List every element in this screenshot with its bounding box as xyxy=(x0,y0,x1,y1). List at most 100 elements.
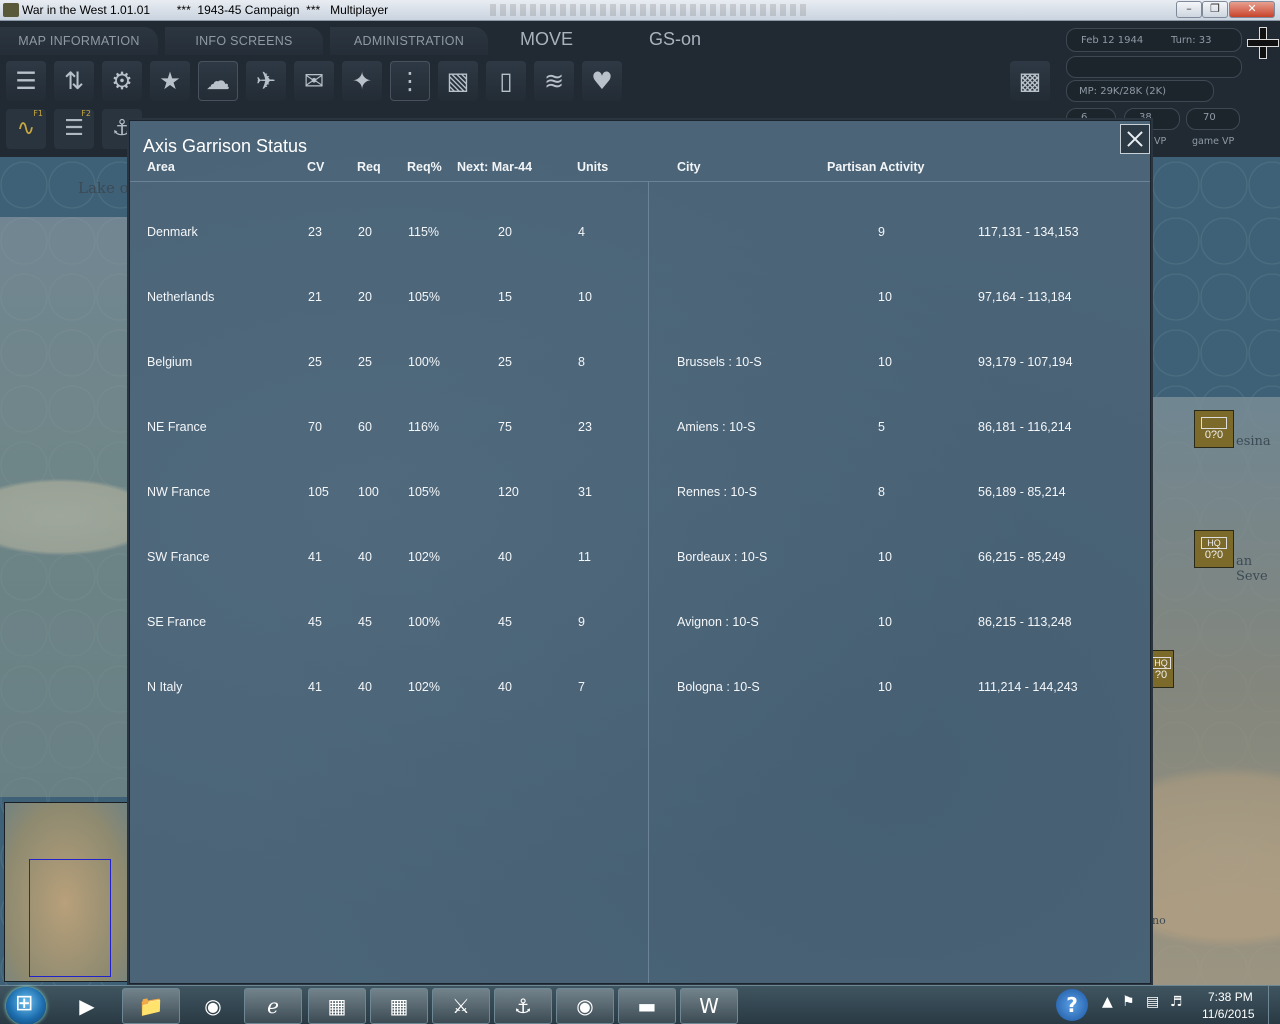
table-row[interactable]: Belgium 25 25 100% 25 8 Brussels : 10-S 10 93,17… xyxy=(130,355,1150,375)
card-icon[interactable]: ▯ xyxy=(486,61,526,101)
flag-icon[interactable]: ⚑ xyxy=(1122,994,1135,1010)
clock-time[interactable]: 7:38 PM xyxy=(1208,990,1253,1004)
map-label-no: no xyxy=(1152,914,1166,927)
cell-city: Amiens : 10-S xyxy=(677,420,756,434)
vp-value-3: 70 xyxy=(1203,112,1216,123)
graph-icon[interactable]: ≋ xyxy=(534,61,574,101)
table-row[interactable]: SE France 45 45 100% 45 9 Avignon : 10-S 10 86,2… xyxy=(130,615,1150,635)
col-header-req-pct: Req% xyxy=(407,160,442,174)
star-icon[interactable]: ★ xyxy=(150,61,190,101)
table-row[interactable]: NW France 105 100 105% 120 31 Rennes : 10-S 8 56… xyxy=(130,485,1150,505)
gear-icon[interactable]: ⚙ xyxy=(102,61,142,101)
store-icon[interactable]: ▦ xyxy=(308,988,366,1024)
cell-req: 20 xyxy=(358,225,372,239)
minimap[interactable] xyxy=(4,802,128,982)
tab-info-screens[interactable]: INFO SCREENS xyxy=(165,27,323,55)
rail-icon[interactable]: ▧ xyxy=(438,61,478,101)
cell-cv: 45 xyxy=(308,615,322,629)
cell-next: 45 xyxy=(498,615,512,629)
bomber-icon[interactable]: ✦ xyxy=(342,61,382,101)
land-east xyxy=(1152,397,1280,987)
word-icon[interactable]: W xyxy=(680,988,738,1024)
road-icon[interactable]: ∿ F1 xyxy=(6,109,46,149)
cell-city: Rennes : 10-S xyxy=(677,485,757,499)
show-desktop-button[interactable] xyxy=(1268,986,1280,1024)
cell-area: NE France xyxy=(147,420,207,434)
rail-track-icon[interactable]: ☰ F2 xyxy=(54,109,94,149)
cell-range: 117,131 - 134,153 xyxy=(978,225,1079,239)
game-1-icon[interactable]: ⚔ xyxy=(432,988,490,1024)
cell-city: Avignon : 10-S xyxy=(677,615,759,629)
cell-units: 10 xyxy=(578,290,592,304)
table-row[interactable]: NE France 70 60 116% 75 23 Amiens : 10-S 5 86,18… xyxy=(130,420,1150,440)
media-player-icon[interactable]: ▶ xyxy=(58,988,116,1024)
minimap-viewport[interactable] xyxy=(29,859,111,977)
gs-toggle-button[interactable]: GS-on xyxy=(649,29,701,50)
orders-icon[interactable]: ⇅ xyxy=(54,61,94,101)
close-dialog-button[interactable] xyxy=(1120,124,1150,154)
cell-req-pct: 102% xyxy=(408,550,440,564)
unit-counter-1[interactable]: 0?0 xyxy=(1194,410,1234,448)
cell-req: 25 xyxy=(358,355,372,369)
airborne-icon[interactable]: ♥ xyxy=(582,61,622,101)
unit-list-icon[interactable]: ☰ xyxy=(6,61,46,101)
close-window-button[interactable]: ✕ xyxy=(1229,1,1275,18)
cell-next: 25 xyxy=(498,355,512,369)
air-ops-icon[interactable]: ✈ xyxy=(246,61,286,101)
cell-cv: 25 xyxy=(308,355,322,369)
game-vp-label: game VP xyxy=(1192,136,1235,147)
weather-icon[interactable]: ☁ xyxy=(198,61,238,101)
world-of-warships-icon[interactable]: ⚓ xyxy=(494,988,552,1024)
cell-next: 40 xyxy=(498,550,512,564)
table-row[interactable]: N Italy 41 40 102% 40 7 Bologna : 10-S 10 111,21… xyxy=(130,680,1150,700)
help-icon[interactable]: ? xyxy=(1056,989,1088,1021)
cell-range: 97,164 - 113,184 xyxy=(978,290,1072,304)
cell-area: NW France xyxy=(147,485,211,499)
cell-cv: 41 xyxy=(308,680,322,694)
date-label: Feb 12 1944 xyxy=(1081,35,1144,46)
move-mode-button[interactable]: MOVE xyxy=(520,29,573,50)
hp-icon[interactable]: ◉ xyxy=(184,988,242,1024)
garrison-status-dialog: Axis Garrison Status Area CV Req Req% Ne… xyxy=(129,120,1151,984)
network-icon[interactable]: ▤ xyxy=(1146,994,1159,1010)
ground-units-icon[interactable]: ⋮ xyxy=(390,61,430,101)
faded-title-overlay xyxy=(490,4,810,16)
bar-chart-icon[interactable]: ▩ xyxy=(1010,61,1050,101)
table-row[interactable]: SW France 41 40 102% 40 11 Bordeaux : 10-S 10 66… xyxy=(130,550,1150,570)
cell-cv: 41 xyxy=(308,550,322,564)
minimize-icon: – xyxy=(1186,2,1192,15)
unit-value: 0?0 xyxy=(1204,429,1224,441)
cell-range: 66,215 - 85,249 xyxy=(978,550,1066,564)
unit-counter-hq-2[interactable]: HQ ?0 xyxy=(1148,650,1174,688)
cell-area: Netherlands xyxy=(147,290,215,304)
unit-counter-hq-1[interactable]: HQ 0?0 xyxy=(1194,530,1234,568)
cell-cv: 70 xyxy=(308,420,322,434)
tab-map-information[interactable]: MAP INFORMATION xyxy=(0,27,158,55)
world-of-tanks-icon[interactable]: ◉ xyxy=(556,988,614,1024)
file-explorer-icon[interactable]: 📁 xyxy=(122,988,180,1024)
internet-explorer-icon[interactable]: ℯ xyxy=(244,988,302,1024)
cell-area: Belgium xyxy=(147,355,193,369)
table-row[interactable]: Netherlands 21 20 105% 15 10 10 97,164 - 113,18… xyxy=(130,290,1150,310)
cell-next: 120 xyxy=(498,485,519,499)
maximize-button[interactable]: ❐ xyxy=(1202,1,1228,18)
vp-box-3: 70 xyxy=(1186,108,1240,130)
war-in-the-west-icon[interactable]: ▬ xyxy=(618,988,676,1024)
start-button[interactable] xyxy=(6,987,46,1024)
date-turn-display: Feb 12 1944 Turn: 33 xyxy=(1066,28,1242,52)
calculator-icon[interactable]: ▦ xyxy=(370,988,428,1024)
cell-units: 31 xyxy=(578,485,592,499)
window-title: War in the West 1.01.01 *** 1943-45 Camp… xyxy=(22,3,389,17)
cell-area: N Italy xyxy=(147,680,183,694)
cell-req-pct: 100% xyxy=(408,615,440,629)
cell-req-pct: 102% xyxy=(408,680,440,694)
volume-icon[interactable]: ♬ xyxy=(1170,994,1183,1010)
tab-administration[interactable]: ADMINISTRATION xyxy=(330,27,488,55)
table-row[interactable]: Denmark 23 20 115% 20 4 9 117,131 - 134,153 xyxy=(130,225,1150,245)
clock-date[interactable]: 11/6/2015 xyxy=(1202,1007,1255,1021)
mp-display: MP: 29K/28K (2K) xyxy=(1066,80,1214,102)
minimize-button[interactable]: – xyxy=(1176,1,1202,18)
air-transfer-icon[interactable]: ✉ xyxy=(294,61,334,101)
tray-expand-icon[interactable]: ▲ xyxy=(1102,994,1113,1010)
cell-city: Bordeaux : 10-S xyxy=(677,550,768,564)
